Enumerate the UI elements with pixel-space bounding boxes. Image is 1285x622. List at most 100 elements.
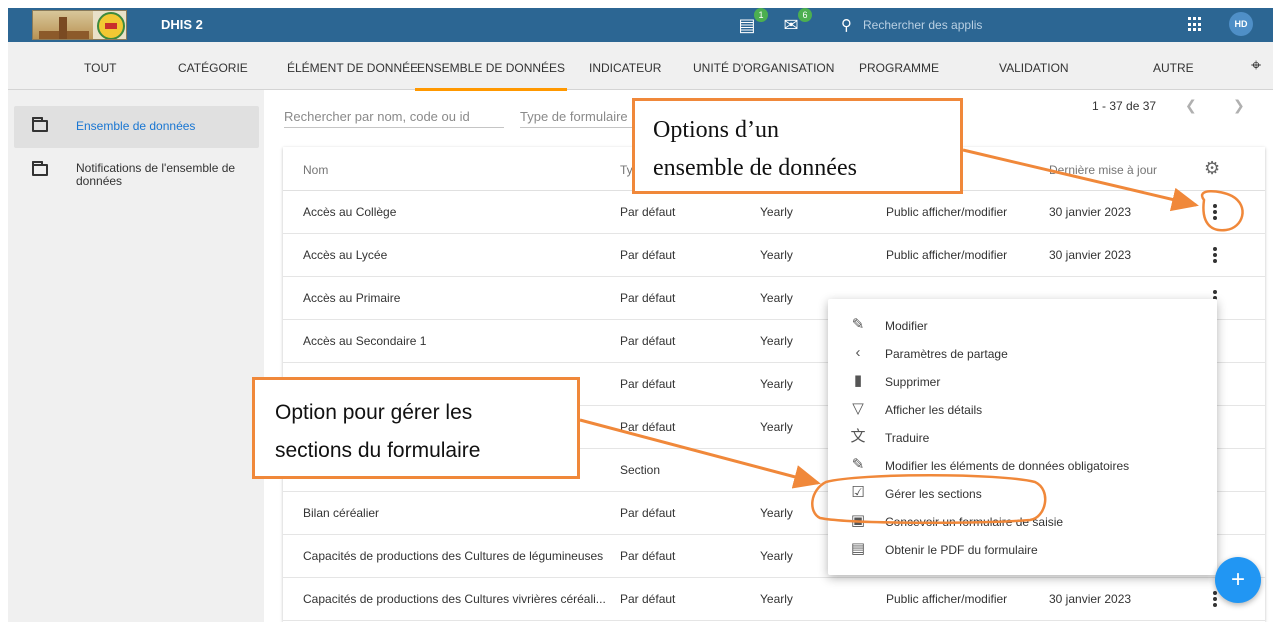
search-input[interactable] — [284, 106, 504, 128]
interpretations-button[interactable]: ✉ 6 — [780, 8, 812, 35]
menu-item[interactable]: ✎ Modifier — [828, 313, 1217, 339]
crop-icon[interactable]: ⌖ — [1251, 55, 1261, 76]
cell-type: Par défaut — [620, 334, 676, 348]
prev-page-icon[interactable]: ❮ — [1185, 97, 1197, 114]
cell-period: Yearly — [760, 506, 793, 520]
cell-type: Par défaut — [620, 377, 676, 391]
tab-unite-organisation[interactable]: UNITÉ D'ORGANISATION — [693, 61, 834, 75]
table-row[interactable]: Accès au Lycée Par défaut Yearly Public aff… — [283, 234, 1265, 277]
cell-period: Yearly — [760, 248, 793, 262]
cell-type: Par défaut — [620, 592, 676, 606]
menu-item[interactable]: ☑ Gérer les sections — [828, 481, 1217, 507]
sidebar-item-label: Ensemble de données — [76, 119, 196, 133]
app-logo[interactable] — [32, 10, 127, 40]
emblem-icon — [97, 12, 125, 39]
interpretations-badge: 6 — [798, 8, 812, 22]
cell-name: Accès au Lycée — [303, 248, 388, 262]
folder-icon — [32, 161, 48, 176]
cell-type: Par défaut — [620, 248, 676, 262]
cell-type: Par défaut — [620, 506, 676, 520]
menu-item-label: Paramètres de partage — [885, 347, 1008, 361]
cell-updated: 30 janvier 2023 — [1049, 248, 1132, 262]
menu-item[interactable]: ▮ Supprimer — [828, 369, 1217, 395]
clipboard-account-icon: ▣ — [850, 512, 866, 529]
user-avatar[interactable]: HD — [1229, 12, 1253, 36]
cell-type: Section — [620, 463, 661, 477]
tab-validation[interactable]: VALIDATION — [999, 61, 1069, 75]
menu-item[interactable]: ‹ Paramètres de partage — [828, 341, 1217, 367]
details-icon: ▽ — [852, 400, 864, 417]
column-name[interactable]: Nom — [303, 163, 328, 177]
mail-icon: ✉ — [783, 15, 799, 35]
sidebar-item-label: Notifications de l'ensemble de données — [76, 161, 236, 188]
cell-period: Yearly — [760, 549, 793, 563]
add-button[interactable]: + — [1215, 557, 1261, 603]
callout-dataset-options: Options d’un ensemble de données — [632, 98, 963, 194]
cell-type: Par défaut — [620, 420, 676, 434]
cell-name: Accès au Primaire — [303, 291, 401, 305]
folder-icon — [32, 117, 48, 132]
sidebar-item-notifications[interactable]: Notifications de l'ensemble de données — [14, 152, 259, 194]
menu-item-label: Obtenir le PDF du formulaire — [885, 543, 1038, 557]
callout-line: sections du formulaire — [275, 439, 481, 462]
menu-item[interactable]: ✎ Modifier les éléments de données obliga… — [828, 453, 1217, 479]
menu-item[interactable]: ▣ Concevoir un formulaire de saisie — [828, 509, 1217, 535]
menu-item-label: Supprimer — [885, 375, 941, 389]
column-last-updated[interactable]: Dernière mise à jour — [1049, 163, 1157, 177]
tab-element-de-donnee[interactable]: ÉLÉMENT DE DONNÉE — [287, 61, 418, 75]
menu-item[interactable]: ▤ Obtenir le PDF du formulaire — [828, 537, 1217, 563]
app-search-input[interactable] — [863, 16, 1163, 34]
gear-icon[interactable]: ⚙ — [1204, 158, 1220, 179]
pager-range: 1 - 37 de 37 — [1092, 99, 1157, 113]
menu-item-label: Afficher les détails — [885, 403, 983, 417]
plus-icon: + — [1230, 566, 1245, 593]
cell-updated: 30 janvier 2023 — [1049, 205, 1132, 219]
menu-item-label: Concevoir un formulaire de saisie — [885, 515, 1064, 529]
more-actions-icon[interactable] — [1212, 247, 1218, 263]
cell-type: Par défaut — [620, 549, 676, 563]
form-type-select[interactable] — [520, 106, 640, 128]
context-menu: ✎ Modifier ‹ Paramètres de partage ▮ Supprime… — [828, 299, 1217, 575]
cell-name: Accès au Secondaire 1 — [303, 334, 427, 348]
clipboard-check-icon: ☑ — [851, 484, 865, 501]
sidebar: Ensemble de données Notifications de l'e… — [8, 90, 264, 622]
pencil-icon: ✎ — [851, 456, 865, 473]
cell-period: Yearly — [760, 377, 793, 391]
cell-sharing: Public afficher/modifier — [886, 592, 1008, 606]
cell-name: Capacités de productions des Cultures de… — [303, 549, 604, 563]
search-icon: ⚲ — [841, 17, 852, 34]
callout-line: Option pour gérer les — [275, 401, 473, 424]
tab-ensemble-de-donnees[interactable]: ENSEMBLE DE DONNÉES — [414, 61, 568, 91]
menu-item[interactable]: ▽ Afficher les détails — [828, 397, 1217, 423]
cell-period: Yearly — [760, 291, 793, 305]
tab-programme[interactable]: PROGRAMME — [859, 61, 939, 75]
table-row[interactable]: Capacités de productions des Cultures vi… — [283, 578, 1265, 621]
apps-grid-icon[interactable] — [1188, 17, 1203, 32]
tab-autre[interactable]: AUTRE — [1153, 61, 1194, 75]
pdf-icon: ▤ — [850, 540, 866, 557]
cell-period: Yearly — [760, 334, 793, 348]
more-actions-icon[interactable] — [1212, 204, 1218, 220]
messages-button[interactable]: ▤ 1 — [736, 8, 768, 35]
column-type[interactable]: Ty — [620, 163, 633, 177]
tab-categorie[interactable]: CATÉGORIE — [178, 61, 248, 75]
cell-name: Bilan céréalier — [303, 506, 380, 520]
table-row[interactable]: Accès au Collège Par défaut Yearly Public a… — [283, 191, 1265, 234]
tab-tout[interactable]: TOUT — [84, 61, 116, 75]
menu-item-label: Modifier — [885, 319, 928, 333]
callout-manage-sections: Option pour gérer les sections du formul… — [252, 377, 580, 479]
menu-item-label: Gérer les sections — [885, 487, 982, 501]
chat-icon: ▤ — [738, 15, 756, 35]
share-icon: ‹ — [855, 344, 861, 361]
menu-item-label: Traduire — [885, 431, 930, 445]
tab-indicateur[interactable]: INDICATEUR — [589, 61, 661, 75]
more-actions-icon[interactable] — [1212, 591, 1218, 607]
app-title: DHIS 2 — [161, 17, 203, 32]
next-page-icon[interactable]: ❯ — [1233, 97, 1245, 114]
cell-name: Capacités de productions des Cultures vi… — [303, 592, 606, 606]
cell-period: Yearly — [760, 205, 793, 219]
sidebar-item-ensemble-de-donnees[interactable]: Ensemble de données — [14, 106, 259, 148]
menu-item[interactable]: 文 Traduire — [828, 425, 1217, 451]
cell-period: Yearly — [760, 592, 793, 606]
menu-item-label: Modifier les éléments de données obligat… — [885, 459, 1130, 473]
